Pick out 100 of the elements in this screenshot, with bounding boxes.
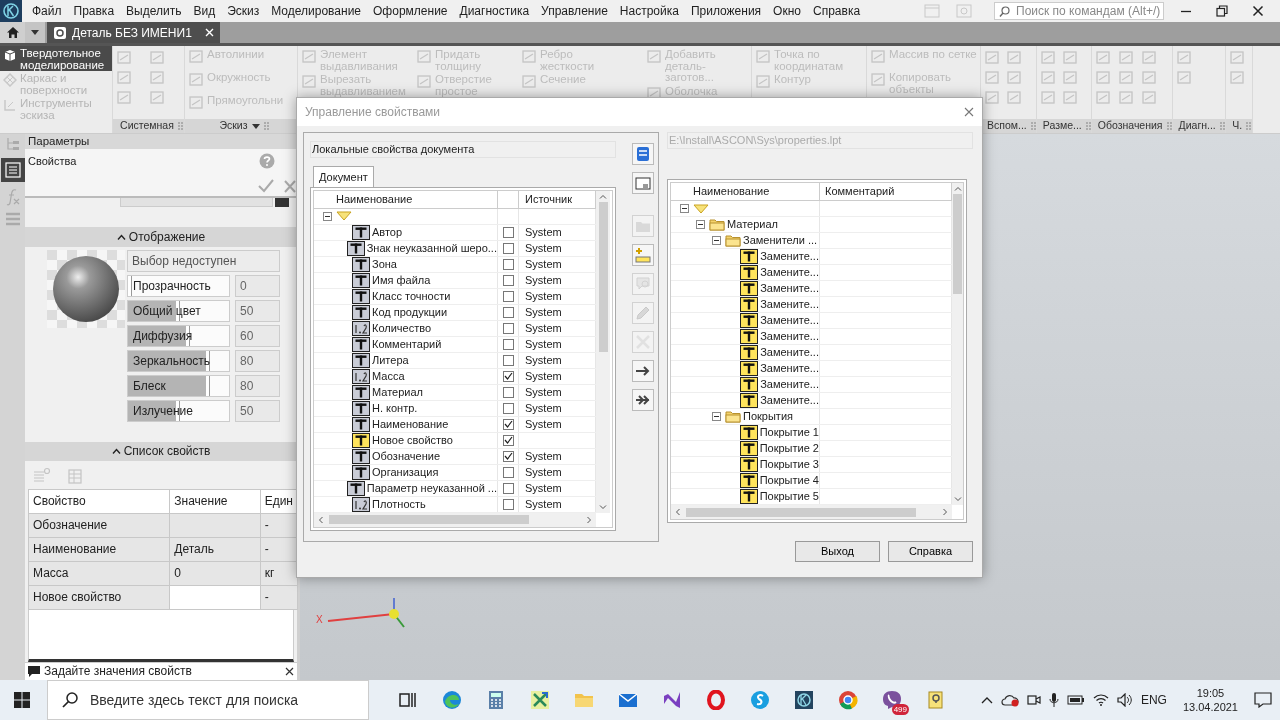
checkbox[interactable] [502, 274, 514, 286]
menu-item[interactable]: Окно [767, 2, 807, 20]
slider[interactable]: Блеск [127, 374, 230, 397]
tool-button[interactable] [632, 389, 654, 411]
tree-item[interactable]: Замените... [760, 297, 819, 312]
collapse-icon[interactable] [323, 211, 332, 221]
tree-item[interactable]: Материал [372, 384, 423, 400]
color-field[interactable]: Выбор недоступен [127, 249, 280, 272]
checklist-tab[interactable] [0, 158, 25, 182]
app-logo-icon[interactable] [0, 0, 22, 22]
tree-item[interactable]: Наименование [372, 416, 449, 432]
close-icon[interactable] [285, 667, 294, 676]
tool-button[interactable] [632, 143, 654, 165]
document-tab[interactable]: Деталь БЕЗ ИМЕНИ1 [47, 22, 220, 43]
tree-item[interactable]: Материал [727, 217, 778, 232]
search-field[interactable]: Поиск по командам (Alt+/) [994, 2, 1164, 20]
tree-item[interactable]: Класс точности [372, 288, 451, 304]
tree-item[interactable]: Зона [372, 256, 397, 272]
slider[interactable]: Диффузия [127, 324, 230, 347]
dropdown-button[interactable] [25, 22, 45, 43]
search-input[interactable]: Поиск по командам (Alt+/) [1014, 1, 1162, 21]
slider[interactable]: Излучение [127, 399, 230, 422]
tree-item[interactable]: Количество [372, 320, 432, 336]
menu-item[interactable]: Справка [807, 2, 867, 20]
collapse-icon[interactable] [712, 236, 721, 245]
menu-item[interactable]: Оформление [367, 2, 454, 20]
tree-item[interactable]: Замените... [760, 345, 819, 360]
tree-item[interactable]: Замените... [760, 313, 819, 328]
battery-icon[interactable] [1066, 695, 1085, 705]
close-icon[interactable] [1252, 5, 1264, 17]
column-header[interactable]: Наименование [671, 183, 820, 200]
checkbox[interactable] [502, 418, 514, 430]
wifi-icon[interactable] [1092, 694, 1109, 706]
tree-item[interactable]: Литера [372, 352, 409, 368]
help-icon[interactable] [259, 153, 275, 169]
tree-item[interactable]: Новое свойство [372, 432, 453, 448]
scrollbar[interactable] [952, 183, 963, 505]
language-indicator[interactable]: ENG [1140, 691, 1167, 709]
value-field[interactable]: 80 [235, 349, 280, 372]
value-field[interactable]: 80 [235, 374, 280, 397]
checkbox[interactable] [502, 386, 514, 398]
tree-item[interactable]: Код продукции [372, 304, 448, 320]
camera-icon[interactable] [1026, 693, 1041, 707]
value-field[interactable]: 0 [235, 274, 280, 297]
tree-item[interactable]: Покрытие 1 [759, 425, 819, 440]
scrollbar[interactable] [596, 190, 610, 513]
tree-item[interactable]: Знак неуказанной шеро... [366, 240, 497, 256]
tree-item[interactable]: Покрытие 2 [759, 441, 819, 456]
collapse-icon[interactable] [696, 220, 705, 229]
tab[interactable]: Документ [313, 166, 374, 188]
value-field[interactable]: 50 [235, 299, 280, 322]
menu-item[interactable]: Эскиз [221, 2, 266, 20]
search-field[interactable]: Введите здесь текст для поиска [47, 680, 369, 720]
tree-item[interactable]: Замените... [760, 377, 819, 392]
collapse-icon[interactable] [712, 412, 721, 421]
caret-icon[interactable] [251, 123, 260, 129]
collapse-icon[interactable] [680, 204, 689, 213]
tree-item[interactable]: Замените... [760, 329, 819, 344]
chevron-up-icon[interactable] [980, 696, 993, 704]
tree-item[interactable]: Покрытия [743, 409, 793, 424]
tree-item[interactable]: Н. контр. [372, 400, 418, 416]
menu-item[interactable]: Правка [67, 2, 121, 20]
tree-item[interactable]: Замените... [760, 281, 819, 296]
tree-item[interactable]: Автор [372, 224, 403, 240]
menu-item[interactable]: Приложения [684, 2, 768, 20]
tree-item[interactable]: Замените... [760, 361, 819, 376]
value-field[interactable]: 50 [235, 399, 280, 422]
scrollbar[interactable] [671, 505, 952, 519]
checkbox[interactable] [502, 434, 514, 446]
taskbar-app[interactable]: 499 [870, 680, 914, 720]
tree-item[interactable]: Параметр неуказанной ... [366, 480, 497, 496]
checkbox[interactable] [502, 242, 514, 254]
menu-item[interactable]: Моделирование [265, 2, 368, 20]
checkbox[interactable] [502, 354, 514, 366]
tree-item[interactable]: Покрытие 3 [759, 457, 819, 472]
tree-item[interactable]: Замените... [760, 249, 819, 264]
menu-item[interactable]: Выделить [120, 2, 188, 20]
slider[interactable]: Общий цвет [127, 299, 230, 322]
column-header[interactable]: Свойство [28, 489, 170, 514]
checkbox[interactable] [502, 338, 514, 350]
home-button[interactable] [0, 22, 25, 43]
tree-item[interactable]: Масса [372, 368, 405, 384]
tree-item[interactable]: Покрытие 4 [759, 473, 819, 488]
value-field[interactable]: 60 [235, 324, 280, 347]
column-header[interactable]: Наименование [314, 190, 498, 208]
tree-item[interactable]: Замените... [760, 393, 819, 408]
checkbox[interactable] [502, 402, 514, 414]
cloud-icon[interactable] [1000, 693, 1019, 707]
menu-item[interactable]: Настройка [613, 2, 685, 20]
microphone-icon[interactable] [1048, 693, 1059, 707]
checkbox[interactable] [502, 322, 514, 334]
notification-icon[interactable] [1254, 692, 1272, 708]
dialog-button[interactable]: Справка [888, 541, 973, 562]
restore-icon[interactable] [1216, 5, 1228, 17]
menu-item[interactable]: Файл [26, 2, 68, 20]
menu-item[interactable]: Управление [535, 2, 614, 20]
tree-item[interactable]: Покрытие 5 [759, 489, 819, 504]
menu-item[interactable]: Вид [187, 2, 222, 20]
speaker-icon[interactable] [1116, 693, 1133, 707]
tree-item[interactable]: Заменители ... [743, 233, 818, 248]
